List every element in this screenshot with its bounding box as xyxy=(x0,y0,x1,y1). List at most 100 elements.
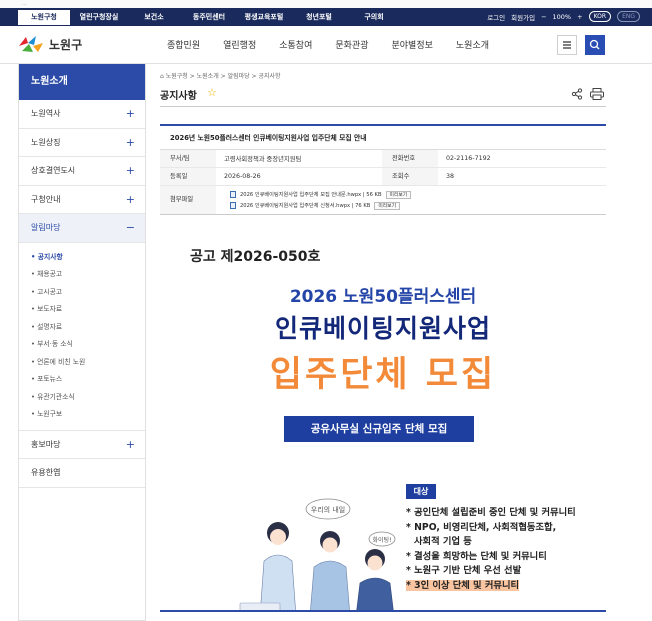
site-tab-mayor[interactable]: 열린구청장실 xyxy=(73,10,125,25)
date-label: 등록일 xyxy=(160,168,216,185)
eligibility-item: * NPO, 비영리단체, 사회적협동조합, xyxy=(406,521,557,533)
lang-kor[interactable]: KOR xyxy=(588,11,612,22)
hwp-file-icon xyxy=(230,191,236,198)
eligibility-highlight: * 3인 이상 단체 및 커뮤니티 xyxy=(406,579,520,591)
main-content: ⌂ 노원구청 > 노원소개 > 알림마당 > 공지사항 공지사항 ☆ 2026년… xyxy=(160,64,606,621)
sidebar-item-label: 홍보마당 xyxy=(31,439,61,449)
breadcrumb-text: 노원구청 > 노원소개 > 알림마당 > 공지사항 xyxy=(165,73,281,80)
share-icon[interactable] xyxy=(571,88,583,100)
recruitment-poster: 공고 제2026-050호 2026 노원50플러스센터 인큐베이팅지원사업 입… xyxy=(160,216,606,611)
eligibility-item: * 공인단체 설립준비 중인 단체 및 커뮤니티 xyxy=(406,507,576,518)
post-info-table: 2026년 노원50플러스센터 인큐베이팅지원사업 입주단체 모집 안내 부서/… xyxy=(160,124,606,215)
submenu-agency[interactable]: • 유관기관소식 xyxy=(31,389,145,407)
nav-admin[interactable]: 열린행정 xyxy=(223,38,256,51)
zoom-in-button[interactable]: + xyxy=(577,13,582,21)
submenu-media[interactable]: • 언론에 비친 노원 xyxy=(31,354,145,372)
submenu-explain[interactable]: • 설명자료 xyxy=(31,319,145,337)
views-label: 조회수 xyxy=(382,168,438,185)
site-logo[interactable]: 노원구 xyxy=(16,34,82,54)
join-link[interactable]: 회원가입 xyxy=(511,12,535,22)
submenu-dept-news[interactable]: • 부서·동 소식 xyxy=(31,336,145,354)
sidebar-item-office-guide[interactable]: 구청안내 + xyxy=(19,186,145,214)
site-tab-health[interactable]: 보건소 xyxy=(128,10,180,25)
lang-eng[interactable]: ENG xyxy=(617,11,640,22)
nav-culture[interactable]: 문화관광 xyxy=(335,38,368,51)
files-label: 첨부파일 xyxy=(160,186,216,214)
attachment-list: 2026 인큐베이팅지원사업 입주단체 모집 안내문.hwpx | 56 KB … xyxy=(216,186,412,214)
print-icon[interactable] xyxy=(590,88,604,100)
top-strip-text: ... xyxy=(22,1,27,7)
post-row-files: 첨부파일 2026 인큐베이팅지원사업 입주단체 모집 안내문.hwpx | 5… xyxy=(160,186,606,214)
plus-icon: + xyxy=(125,107,135,121)
logo-icon xyxy=(19,36,43,52)
submenu-label: 부서·동 소식 xyxy=(37,340,73,348)
hamburger-icon xyxy=(563,41,571,49)
poster-line-2: 인큐베이팅지원사업 xyxy=(274,314,491,343)
title-divider xyxy=(160,106,606,107)
dept-value: 고령사회정책과 중장년지원팀 xyxy=(224,156,302,163)
menu-button[interactable] xyxy=(557,35,577,55)
sidebar-item-label: 유용한엽 xyxy=(31,468,61,478)
favorite-star-icon[interactable]: ☆ xyxy=(207,86,217,99)
nav-intro[interactable]: 노원소개 xyxy=(456,38,489,51)
attachment-item: 2026 인큐베이팅지원사업 입주단체 모집 안내문.hwpx | 56 KB … xyxy=(230,189,412,200)
hwp-file-icon xyxy=(230,202,236,209)
sidebar: 노원소개 노원역사 + 노원상징 + 상호결연도시 + 구청안내 + 알림마당 − • 공… xyxy=(18,64,146,621)
eligibility-list: * 공인단체 설립준비 중인 단체 및 커뮤니티 * NPO, 비영리단체, 사… xyxy=(406,506,576,594)
search-button[interactable] xyxy=(585,35,605,55)
target-tag: 대상 xyxy=(406,484,436,499)
search-icon xyxy=(589,39,600,50)
login-link[interactable]: 로그인 xyxy=(487,12,505,22)
minus-icon: − xyxy=(125,221,135,235)
sidebar-item-label: 노원역사 xyxy=(31,109,61,119)
post-row-date: 등록일 2026-08-26 조회수 38 xyxy=(160,168,606,186)
sidebar-item-symbol[interactable]: 노원상징 + xyxy=(19,129,145,157)
eligibility-item: 사회적 기업 등 xyxy=(414,536,472,548)
date-value: 2026-08-26 xyxy=(224,173,261,180)
site-header: 노원구 종합민원 열린행정 소통참여 문화관광 분야별정보 노원소개 xyxy=(0,26,652,64)
submenu-label: 노원구보 xyxy=(37,410,63,418)
sidebar-item-label: 노원상징 xyxy=(31,137,61,147)
submenu-jobs[interactable]: • 채용공고 xyxy=(31,266,145,284)
sidebar-item-news[interactable]: 알림마당 − xyxy=(19,214,145,243)
logo-text: 노원구 xyxy=(49,37,83,52)
site-tab-dong[interactable]: 동주민센터 xyxy=(183,10,235,25)
eligibility-item: * 결성을 희망하는 단체 및 커뮤니티 xyxy=(406,550,547,562)
eligibility-item: * 노원구 기반 단체 우선 선발 xyxy=(406,565,522,577)
attachment-link[interactable]: 2026 인큐베이팅지원사업 입주단체 신청서.hwpx xyxy=(240,202,350,209)
submenu-gazette[interactable]: • 노원구보 xyxy=(31,406,145,424)
submenu-photo[interactable]: • 포토뉴스 xyxy=(31,371,145,389)
zoom-level: 100% xyxy=(552,12,572,21)
preview-button[interactable]: 미리보기 xyxy=(374,201,400,210)
poster-bottom-rule xyxy=(160,610,606,612)
site-tab-edu[interactable]: 평생교육포털 xyxy=(238,10,290,25)
submenu-label: 유관기관소식 xyxy=(37,392,75,401)
submenu-label: 채용공고 xyxy=(37,270,63,278)
preview-button[interactable]: 미리보기 xyxy=(385,190,412,199)
sidebar-submenu: • 공지사항 • 채용공고 • 고시공고 • 보도자료 • 설명자료 • 부서·… xyxy=(19,243,145,431)
nav-civil[interactable]: 종합민원 xyxy=(167,38,200,51)
site-tab-nowon[interactable]: 노원구청 xyxy=(18,10,70,25)
nav-participation[interactable]: 소통참여 xyxy=(279,38,312,51)
poster-line-1: 2026 노원50플러스센터 xyxy=(289,287,477,307)
sidebar-item-useful[interactable]: 유용한엽 xyxy=(19,459,145,488)
attachment-link[interactable]: 2026 인큐베이팅지원사업 입주단체 모집 안내문.hwpx xyxy=(240,191,361,198)
zoom-out-button[interactable]: − xyxy=(541,13,546,21)
nav-fields[interactable]: 분야별정보 xyxy=(392,38,433,51)
people-illustration: 우리의 내일 화이팅! xyxy=(239,498,396,611)
poster-notice-number: 공고 제2026-050호 xyxy=(190,249,321,265)
plus-icon: + xyxy=(125,135,135,149)
poster-banner: 공유사무실 신규입주 단체 모집 xyxy=(284,416,474,442)
submenu-press[interactable]: • 보도자료 xyxy=(31,301,145,319)
sidebar-item-history[interactable]: 노원역사 + xyxy=(19,100,145,129)
sidebar-item-label: 상호결연도시 xyxy=(31,166,76,176)
site-tab-council[interactable]: 구의회 xyxy=(348,10,400,25)
page-title: 공지사항 xyxy=(160,91,197,102)
submenu-label: 포토뉴스 xyxy=(37,375,63,383)
sidebar-item-sister-cities[interactable]: 상호결연도시 + xyxy=(19,157,145,186)
sidebar-item-promo[interactable]: 홍보마당 + xyxy=(19,431,145,459)
submenu-notice[interactable]: • 공지사항 xyxy=(31,249,145,267)
site-tab-youth[interactable]: 청년포털 xyxy=(293,10,345,25)
attachment-item: 2026 인큐베이팅지원사업 입주단체 신청서.hwpx | 76 KB 미리보… xyxy=(230,200,411,211)
submenu-public-notice[interactable]: • 고시공고 xyxy=(31,284,145,302)
